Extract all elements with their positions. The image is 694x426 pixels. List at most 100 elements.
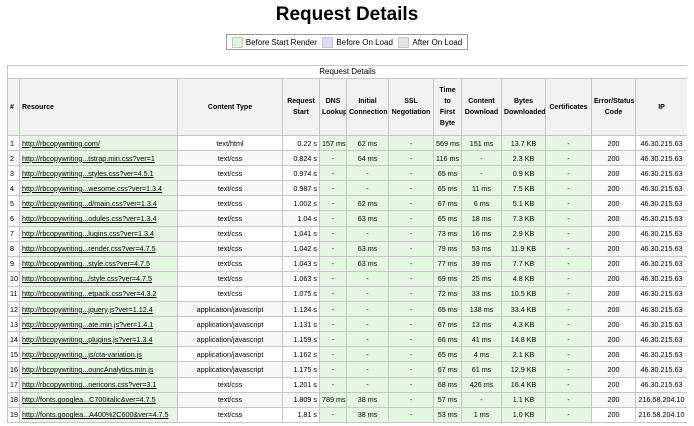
table-row: 8 http://rbcopywriting...render.css?ver=4…: [7, 240, 687, 257]
col-time-to-first-byte-cell: 67 ms: [433, 195, 462, 212]
col-bytes-downloaded-cell: 7.5 KB: [501, 180, 546, 197]
col-content-download-cell: 6 ms: [461, 195, 502, 212]
col-content-download-cell: -: [461, 391, 502, 408]
col-bytes-downloaded-cell: 7.7 KB: [501, 255, 546, 272]
col-request-start-cell: 1.201 s: [282, 376, 320, 393]
resource-link[interactable]: http://rbcopywriting...style.css?ver=4.7…: [22, 259, 150, 268]
resource-link[interactable]: http://rbcopywriting...odules.css?ver=1.…: [22, 214, 156, 223]
col-bytes-downloaded-cell: 1.0 KB: [501, 406, 546, 423]
col-ssl-negotiation-cell: -: [388, 270, 434, 287]
resource-link[interactable]: http://rbcopywriting...styles.css?ver=4.…: [22, 169, 154, 178]
col-content-download-header: Content Download: [461, 78, 502, 136]
col-index-cell: 5: [7, 195, 20, 212]
resource-link[interactable]: http://rbcopywriting...plugins.js?ver=1.…: [22, 335, 152, 344]
col-index-cell: 6: [7, 210, 20, 227]
col-dns-lookup-cell: -: [319, 165, 347, 182]
col-content-type-cell: text/css: [177, 240, 283, 257]
col-initial-connection-cell: -: [346, 165, 389, 182]
col-dns-lookup-cell: -: [319, 225, 347, 242]
col-ip-cell: 46.30.215.63: [635, 180, 687, 197]
col-dns-lookup-cell: -: [319, 316, 347, 333]
col-initial-connection-cell: -: [346, 285, 389, 303]
col-certificates-cell: -: [545, 134, 592, 152]
resource-link[interactable]: http://fonts.googlea...C700italic&ver=4.…: [22, 395, 156, 404]
col-content-download-cell: 18 ms: [461, 210, 502, 227]
col-ssl-negotiation-cell: -: [388, 255, 434, 272]
table-row: 2 http://rbcopywriting...tstrap.min.css?v…: [7, 150, 687, 167]
resource-link[interactable]: http://fonts.googlea...A400%2C600&ver=4.…: [22, 410, 168, 419]
col-time-to-first-byte-cell: 116 ms: [433, 150, 462, 167]
col-time-to-first-byte-cell: 53 ms: [433, 406, 462, 423]
before-on-load-swatch: [322, 36, 334, 48]
legend-before-start-render: Before Start Render: [231, 36, 317, 48]
col-certificates-cell: -: [545, 255, 592, 272]
resource-link[interactable]: http://rbcopywriting...js/cta-variation.…: [22, 350, 142, 359]
col-ssl-negotiation-cell: -: [388, 210, 434, 227]
col-certificates-cell: -: [545, 165, 592, 182]
col-ip-header: IP: [635, 78, 687, 136]
col-content-download-cell: 13 ms: [461, 316, 502, 333]
resource-link[interactable]: http://rbcopywriting...render.css?ver=4.…: [22, 244, 156, 253]
col-status-code-cell: 200: [591, 134, 636, 152]
col-request-start-cell: 1.075 s: [282, 285, 320, 303]
col-content-download-cell: 53 ms: [461, 240, 502, 257]
col-dns-lookup-cell: -: [319, 346, 347, 363]
col-request-start-cell: 1.124 s: [282, 301, 320, 318]
col-resource-cell: http://rbcopywriting...style.css?ver=4.7…: [19, 255, 178, 272]
resource-link[interactable]: http://rbcopywriting.../style.css?ver=4.…: [22, 274, 152, 283]
col-resource-cell: http://rbcopywriting...jquery.js?ver=1.1…: [19, 301, 178, 318]
col-initial-connection-cell: 63 ms: [346, 210, 389, 227]
resource-link[interactable]: http://rbcopywriting...wesome.css?ver=1.…: [22, 184, 162, 193]
col-status-code-cell: 200: [591, 150, 636, 167]
col-bytes-downloaded-cell: 13.7 KB: [501, 134, 546, 152]
col-index-cell: 14: [7, 331, 20, 348]
col-initial-connection-header: Initial Connection: [346, 78, 389, 136]
col-content-download-cell: 25 ms: [461, 270, 502, 287]
col-time-to-first-byte-cell: 72 ms: [433, 285, 462, 303]
col-bytes-downloaded-cell: 2.1 KB: [501, 346, 546, 363]
col-time-to-first-byte-cell: 65 ms: [433, 301, 462, 318]
col-certificates-cell: -: [545, 180, 592, 197]
resource-link[interactable]: http://rbcopywriting...tstrap.min.css?ve…: [22, 154, 155, 163]
col-initial-connection-cell: -: [346, 331, 389, 348]
resource-link[interactable]: http://rbcopywriting...d/main.css?ver=1.…: [22, 199, 157, 208]
col-content-type-cell: text/html: [177, 134, 283, 152]
col-bytes-downloaded-cell: 1.1 KB: [501, 391, 546, 408]
col-content-type-cell: text/css: [177, 195, 283, 212]
col-ssl-negotiation-header: SSL Negotiation: [388, 78, 434, 136]
col-index-cell: 7: [7, 225, 20, 242]
col-resource-cell: http://rbcopywriting.../style.css?ver=4.…: [19, 270, 178, 287]
col-content-download-cell: 41 ms: [461, 331, 502, 348]
col-request-start-cell: 0.22 s: [282, 134, 320, 152]
col-index-cell: 19: [7, 406, 20, 423]
col-request-start-cell: 1.041 s: [282, 225, 320, 242]
resource-link[interactable]: http://rbcopywriting.com/: [22, 139, 100, 148]
col-bytes-downloaded-cell: 16.4 KB: [501, 376, 546, 393]
col-initial-connection-cell: 63 ms: [346, 240, 389, 257]
resource-link[interactable]: http://rbcopywriting...etpack.css?ver=4.…: [22, 289, 156, 298]
resource-link[interactable]: http://rbcopywriting...nericons.css?ver=…: [22, 380, 156, 389]
col-ssl-negotiation-cell: -: [388, 331, 434, 348]
col-time-to-first-byte-cell: 67 ms: [433, 361, 462, 378]
col-certificates-cell: -: [545, 270, 592, 287]
col-dns-lookup-cell: -: [319, 255, 347, 272]
table-row: 3 http://rbcopywriting...styles.css?ver=4…: [7, 165, 687, 182]
col-content-type-cell: text/css: [177, 391, 283, 408]
col-bytes-downloaded-cell: 14.8 KB: [501, 331, 546, 348]
col-certificates-cell: -: [545, 210, 592, 227]
resource-link[interactable]: http://rbcopywriting...jquery.js?ver=1.1…: [22, 305, 153, 314]
table-caption: Request Details: [7, 65, 687, 78]
col-content-type-cell: application/javascript: [177, 331, 283, 348]
legend-label: After On Load: [412, 37, 463, 47]
col-ip-cell: 46.30.215.63: [635, 361, 687, 378]
col-index-cell: 17: [7, 376, 20, 393]
resource-link[interactable]: http://rbcopywriting...ouncAnalytics.min…: [22, 365, 153, 374]
col-dns-lookup-cell: -: [319, 150, 347, 167]
col-status-code-cell: 200: [591, 195, 636, 212]
col-time-to-first-byte-cell: 79 ms: [433, 240, 462, 257]
resource-link[interactable]: http://rbcopywriting...lugins.css?ver=1.…: [22, 229, 154, 238]
resource-link[interactable]: http://rbcopywriting...ate.min.js?ver=1.…: [22, 320, 153, 329]
col-certificates-cell: -: [545, 361, 592, 378]
col-ip-cell: 216.58.204.10: [635, 406, 687, 423]
col-initial-connection-cell: 38 ms: [346, 406, 389, 423]
